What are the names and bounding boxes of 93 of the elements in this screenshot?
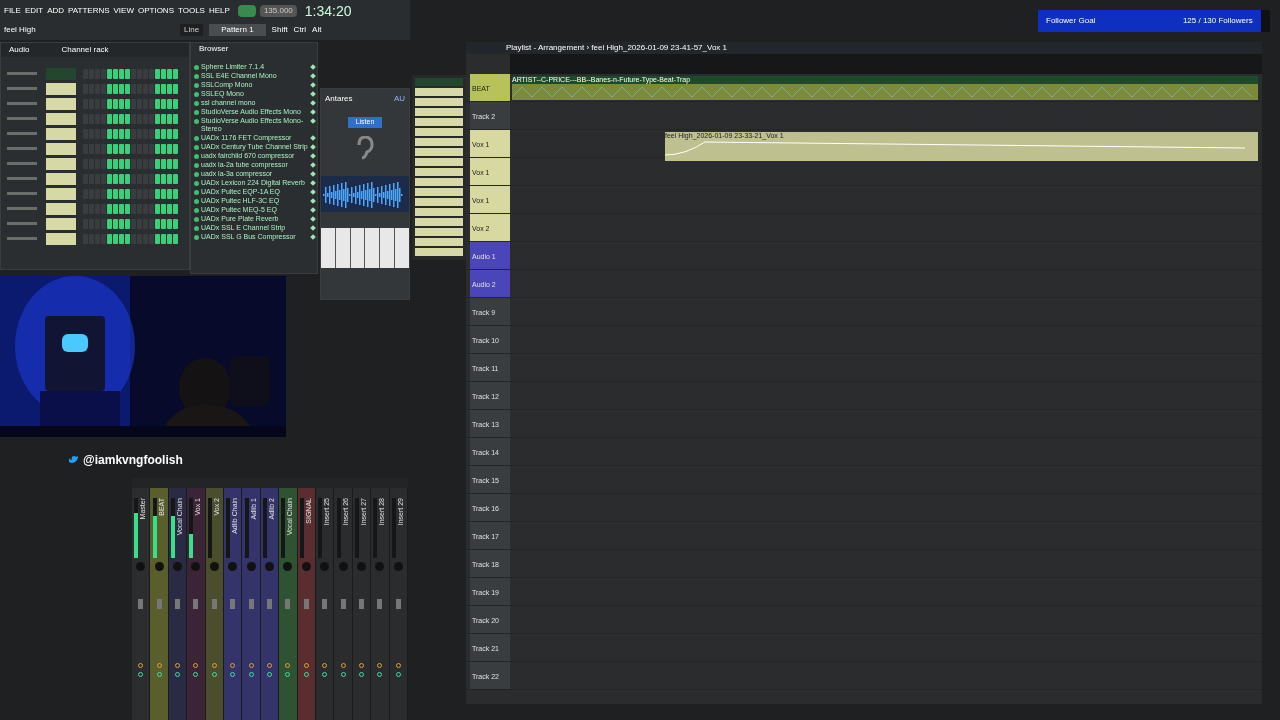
level-meter	[263, 498, 268, 558]
clip-item[interactable]	[415, 118, 463, 126]
pattern-selector[interactable]: Pattern 1	[209, 24, 266, 36]
clip-item[interactable]	[415, 168, 463, 176]
step-sequencer[interactable]	[83, 188, 178, 199]
clip-item[interactable]	[415, 178, 463, 186]
step-sequencer[interactable]	[83, 113, 178, 124]
level-meter	[134, 498, 139, 558]
goal-label: Follower Goal	[1046, 15, 1096, 27]
step-sequencer[interactable]	[83, 158, 178, 169]
tempo-display[interactable]: 135.000	[259, 5, 297, 17]
channel-button[interactable]	[46, 157, 76, 170]
volume-fader[interactable]	[230, 599, 236, 609]
step-sequencer[interactable]	[83, 98, 178, 109]
channel-button[interactable]	[46, 112, 76, 125]
song-title: feel High	[4, 24, 37, 36]
volume-fader[interactable]	[285, 599, 291, 609]
volume-fader[interactable]	[359, 599, 365, 609]
level-meter	[244, 498, 249, 558]
step-sequencer[interactable]	[83, 218, 178, 229]
menu-item[interactable]: PATTERNS	[68, 5, 110, 17]
step-sequencer[interactable]	[83, 233, 178, 244]
clip-item[interactable]	[415, 188, 463, 196]
menu-item[interactable]: ADD	[47, 5, 65, 17]
time-display: 1:34:20	[304, 1, 352, 21]
step-sequencer[interactable]	[83, 143, 178, 154]
level-meter	[281, 498, 286, 558]
channel-button[interactable]	[46, 202, 76, 215]
clip-item[interactable]	[415, 158, 463, 166]
step-sequencer[interactable]	[83, 173, 178, 184]
clip-item[interactable]	[415, 98, 463, 106]
clip-item[interactable]	[415, 108, 463, 116]
volume-fader[interactable]	[248, 599, 254, 609]
volume-fader[interactable]	[395, 599, 401, 609]
menu-item[interactable]: HELP	[208, 5, 230, 17]
clip-item[interactable]	[415, 198, 463, 206]
channel-button[interactable]	[46, 97, 76, 110]
channel-button[interactable]	[46, 217, 76, 230]
volume-fader[interactable]	[340, 599, 346, 609]
brand-label: Antares	[325, 93, 353, 105]
menu-item[interactable]: FILE	[4, 5, 21, 17]
level-meter	[299, 498, 304, 558]
bird-icon	[68, 455, 79, 465]
clip-item[interactable]	[415, 78, 463, 86]
channel-button[interactable]	[46, 82, 76, 95]
clip-item[interactable]	[415, 148, 463, 156]
clip-item[interactable]	[415, 208, 463, 216]
step-sequencer[interactable]	[83, 128, 178, 139]
clip-item[interactable]	[415, 128, 463, 136]
menu-item[interactable]: TOOLS	[178, 5, 205, 17]
menu-item[interactable]: VIEW	[113, 5, 134, 17]
clip-item[interactable]	[415, 228, 463, 236]
social-handle: @iamkvngfoolish	[83, 452, 183, 469]
clip-item[interactable]	[415, 238, 463, 246]
menu-item[interactable]: OPTIONS	[137, 5, 174, 17]
volume-fader[interactable]	[193, 599, 199, 609]
channel-button[interactable]	[46, 232, 76, 245]
volume-fader[interactable]	[138, 599, 144, 609]
level-meter	[152, 498, 157, 558]
level-meter	[207, 498, 212, 558]
filter-label[interactable]: Audio	[9, 44, 30, 56]
volume-fader[interactable]	[211, 599, 217, 609]
goal-count: 125 / 130 Followers	[1182, 15, 1253, 27]
window-title: Browser	[199, 43, 229, 55]
clip-item[interactable]	[415, 248, 463, 256]
modifier-key[interactable]: Ctrl	[293, 24, 307, 36]
window-title: Channel rack	[61, 44, 109, 56]
clip-item[interactable]	[415, 138, 463, 146]
clip-item[interactable]	[415, 88, 463, 96]
modifier-key[interactable]: Shift	[271, 24, 288, 36]
window-title: Playlist - Arrangement › feel High_2026-01-09 23-41-57_Vox 1	[506, 42, 728, 54]
modifier-key[interactable]: Alt	[312, 24, 322, 36]
menu-item[interactable]: EDIT	[24, 5, 44, 17]
channel-button[interactable]	[46, 127, 76, 140]
play-button[interactable]	[237, 5, 256, 17]
step-sequencer[interactable]	[83, 83, 178, 94]
snap-field[interactable]: Line	[180, 24, 204, 36]
volume-fader[interactable]	[322, 599, 328, 609]
level-meter	[171, 498, 175, 558]
piano-keyboard[interactable]	[321, 227, 409, 268]
level-meter	[226, 498, 231, 558]
volume-fader[interactable]	[377, 599, 383, 609]
step-sequencer[interactable]	[83, 68, 178, 79]
channel-button[interactable]	[46, 172, 76, 185]
clip-item[interactable]	[415, 218, 463, 226]
level-meter	[189, 498, 194, 558]
volume-fader[interactable]	[303, 599, 309, 609]
channel-button[interactable]	[46, 187, 76, 200]
ear-icon	[356, 135, 374, 160]
channel-button[interactable]	[46, 142, 76, 155]
volume-fader[interactable]	[267, 599, 273, 609]
format-label: AU	[393, 93, 405, 105]
step-sequencer[interactable]	[83, 203, 178, 214]
